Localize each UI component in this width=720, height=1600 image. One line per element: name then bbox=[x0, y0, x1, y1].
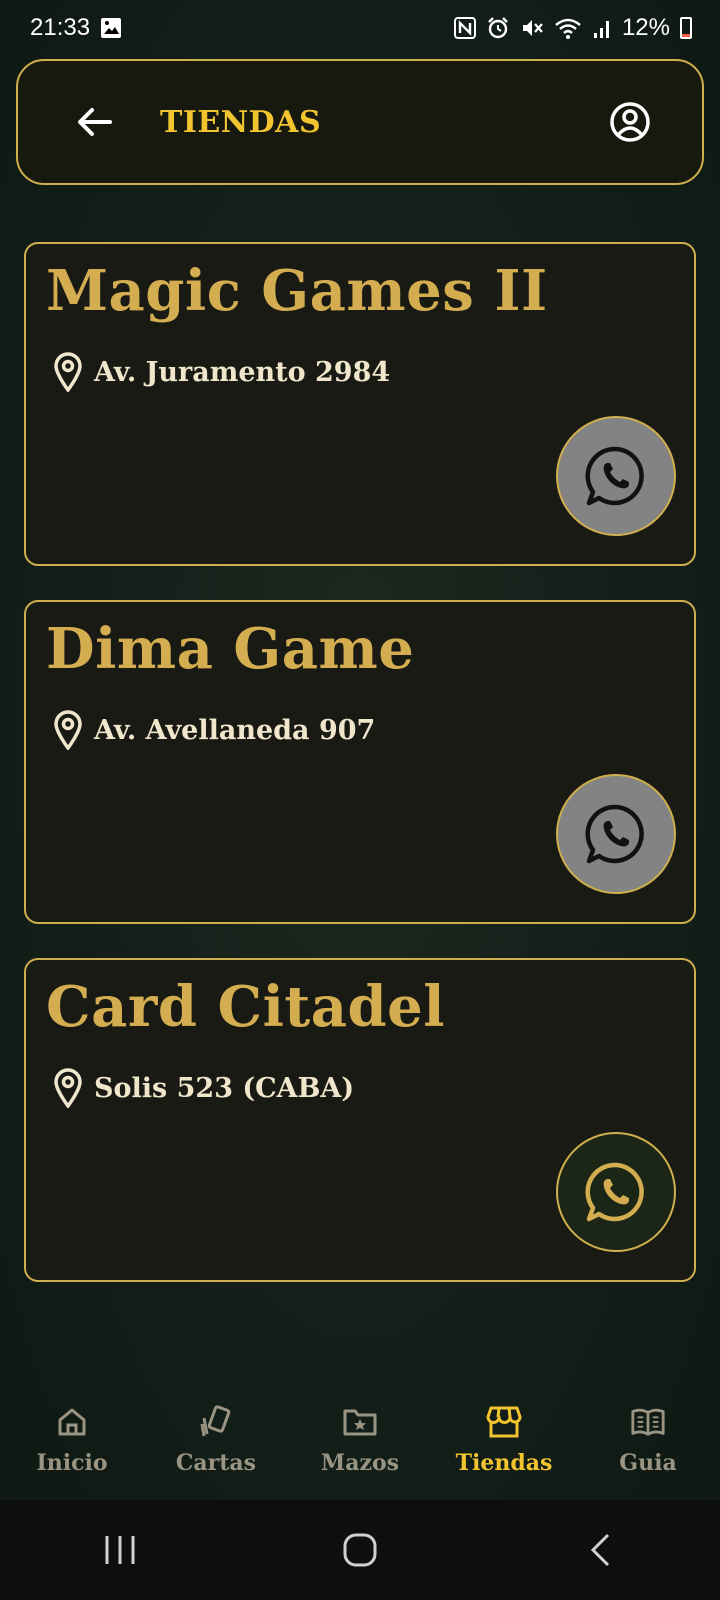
cards-icon bbox=[198, 1404, 234, 1440]
nav-label: Tiendas bbox=[455, 1450, 553, 1476]
store-card[interactable]: Card Citadel Solis 523 (CABA) bbox=[24, 958, 696, 1282]
system-nav-bar bbox=[0, 1500, 720, 1600]
store-card[interactable]: Magic Games II Av. Juramento 2984 bbox=[24, 242, 696, 566]
nav-item-inicio[interactable]: Inicio bbox=[7, 1404, 137, 1476]
image-icon bbox=[100, 17, 122, 39]
back-button[interactable] bbox=[70, 98, 118, 146]
wifi-icon bbox=[554, 16, 582, 40]
status-bar: 21:33 12% bbox=[0, 0, 720, 56]
whatsapp-button[interactable] bbox=[556, 416, 676, 536]
whatsapp-button[interactable] bbox=[556, 1132, 676, 1252]
store-card[interactable]: Dima Game Av. Avellaneda 907 bbox=[24, 600, 696, 924]
store-address-text: Av. Avellaneda 907 bbox=[94, 714, 376, 746]
page-title: TIENDAS bbox=[160, 104, 322, 140]
nav-item-cartas[interactable]: Cartas bbox=[151, 1404, 281, 1476]
signal-icon bbox=[592, 17, 612, 39]
map-pin-icon bbox=[52, 1068, 84, 1108]
store-name: Dima Game bbox=[46, 616, 415, 682]
store-address: Solis 523 (CABA) bbox=[52, 1068, 354, 1108]
whatsapp-icon bbox=[585, 804, 644, 864]
nav-label: Guia bbox=[619, 1450, 677, 1476]
whatsapp-icon bbox=[585, 1162, 644, 1222]
recent-apps-button[interactable] bbox=[80, 1520, 160, 1580]
alarm-icon bbox=[486, 16, 510, 40]
store-address-text: Av. Juramento 2984 bbox=[94, 356, 391, 388]
home-button[interactable] bbox=[320, 1520, 400, 1580]
mute-icon bbox=[520, 16, 544, 40]
battery-level: 12% bbox=[621, 14, 670, 41]
battery-icon bbox=[680, 17, 692, 39]
map-pin-icon bbox=[52, 710, 84, 750]
map-pin-icon bbox=[52, 352, 84, 392]
store-address: Av. Juramento 2984 bbox=[52, 352, 390, 392]
home-icon bbox=[54, 1404, 90, 1440]
folder-star-icon bbox=[342, 1404, 378, 1440]
whatsapp-button[interactable] bbox=[556, 774, 676, 894]
nav-label: Cartas bbox=[175, 1450, 257, 1476]
store-name: Magic Games II bbox=[46, 258, 548, 324]
store-icon bbox=[486, 1404, 522, 1440]
store-address: Av. Avellaneda 907 bbox=[52, 710, 375, 750]
bottom-nav: Inicio Cartas Mazos Tiendas Guia bbox=[0, 1385, 720, 1495]
store-address-text: Solis 523 (CABA) bbox=[94, 1072, 355, 1104]
status-right: 12% bbox=[453, 14, 692, 42]
nav-item-guia[interactable]: Guia bbox=[583, 1404, 713, 1476]
nav-item-tiendas[interactable]: Tiendas bbox=[439, 1404, 569, 1476]
status-left: 21:33 bbox=[30, 14, 122, 42]
nav-item-mazos[interactable]: Mazos bbox=[295, 1404, 425, 1476]
chevron-left-icon bbox=[590, 1533, 610, 1567]
store-name: Card Citadel bbox=[46, 974, 446, 1040]
whatsapp-icon bbox=[585, 446, 644, 506]
nav-label: Inicio bbox=[36, 1450, 108, 1476]
nfc-icon bbox=[453, 17, 476, 39]
arrow-left-icon bbox=[78, 108, 112, 136]
status-time: 21:33 bbox=[30, 14, 91, 41]
recent-apps-icon bbox=[105, 1536, 135, 1564]
profile-button[interactable] bbox=[606, 98, 654, 146]
app-header: TIENDAS bbox=[16, 59, 704, 185]
home-circle-icon bbox=[343, 1533, 377, 1567]
user-circle-icon bbox=[610, 102, 650, 142]
nav-label: Mazos bbox=[320, 1450, 400, 1476]
system-back-button[interactable] bbox=[560, 1520, 640, 1580]
book-icon bbox=[630, 1404, 666, 1440]
